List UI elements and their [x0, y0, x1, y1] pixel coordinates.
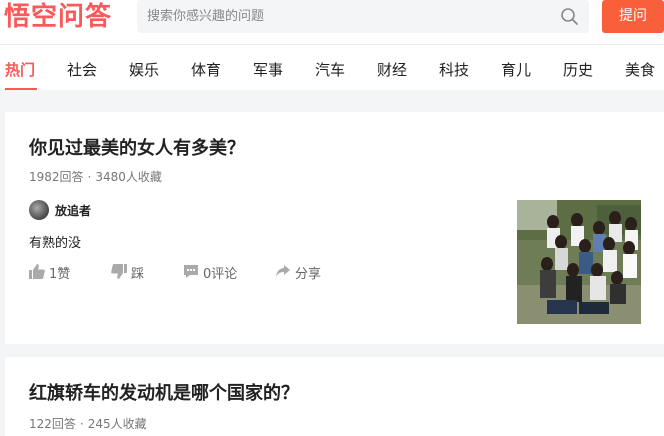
nav-tab-entertainment[interactable]: 娱乐 — [129, 59, 159, 80]
search-icon[interactable] — [560, 7, 580, 27]
comment-icon — [184, 265, 198, 278]
nav-tab-auto[interactable]: 汽车 — [315, 59, 345, 80]
question-title[interactable]: 你见过最美的女人有多美？ — [29, 134, 245, 160]
nav-tab-hot[interactable]: 热门 — [5, 59, 35, 80]
favorite-count: 3480人收藏 — [95, 170, 162, 184]
question-meta: 1982回答 · 3480人收藏 — [29, 170, 162, 184]
like-count: 1赞 — [49, 267, 71, 282]
answer-count: 122回答 — [29, 417, 76, 431]
nav-tab-tech[interactable]: 科技 — [439, 59, 469, 80]
search-input[interactable] — [147, 0, 547, 33]
share-label: 分享 — [295, 267, 322, 282]
logo[interactable]: 悟空问答 — [4, 2, 112, 32]
search-bar — [137, 0, 589, 33]
nav-tab-parenting[interactable]: 育儿 — [501, 59, 531, 80]
question-meta: 122回答 · 245人收藏 — [29, 417, 147, 431]
avatar[interactable] — [29, 200, 49, 220]
thumbs-down-icon — [111, 264, 127, 279]
favorite-count: 245人收藏 — [87, 417, 147, 431]
question-title[interactable]: 红旗轿车的发动机是哪个国家的？ — [29, 379, 299, 405]
top-header: 悟空问答 提问 热门 社会 娱乐 体育 军事 汽车 财经 科技 育儿 历史 美食 — [0, 0, 664, 90]
nav-tab-society[interactable]: 社会 — [67, 59, 97, 80]
answer-thumbnail-image[interactable] — [517, 200, 641, 324]
nav-tab-history[interactable]: 历史 — [563, 59, 593, 80]
nav-tab-food[interactable]: 美食 — [625, 59, 655, 80]
share-icon — [276, 265, 290, 277]
category-nav: 热门 社会 娱乐 体育 军事 汽车 财经 科技 育儿 历史 美食 — [0, 44, 664, 90]
question-card: 你见过最美的女人有多美？ 1982回答 · 3480人收藏 放追者 有熟的没 1赞 … — [5, 112, 664, 344]
answer-excerpt[interactable]: 有熟的没 — [29, 232, 81, 251]
nav-tab-sports[interactable]: 体育 — [191, 59, 221, 80]
author-name[interactable]: 放追者 — [55, 202, 91, 219]
ask-question-button[interactable]: 提问 — [602, 0, 664, 33]
group-photo-image — [517, 200, 641, 324]
active-tab-indicator — [5, 88, 37, 90]
thumbs-up-icon — [29, 264, 45, 279]
question-card: 红旗轿车的发动机是哪个国家的？ 122回答 · 245人收藏 — [5, 357, 664, 436]
comment-count: 0评论 — [203, 267, 238, 282]
answer-count: 1982回答 — [29, 170, 84, 184]
nav-tab-military[interactable]: 军事 — [253, 59, 283, 80]
nav-tab-finance[interactable]: 财经 — [377, 59, 407, 80]
dislike-label: 踩 — [131, 267, 145, 282]
